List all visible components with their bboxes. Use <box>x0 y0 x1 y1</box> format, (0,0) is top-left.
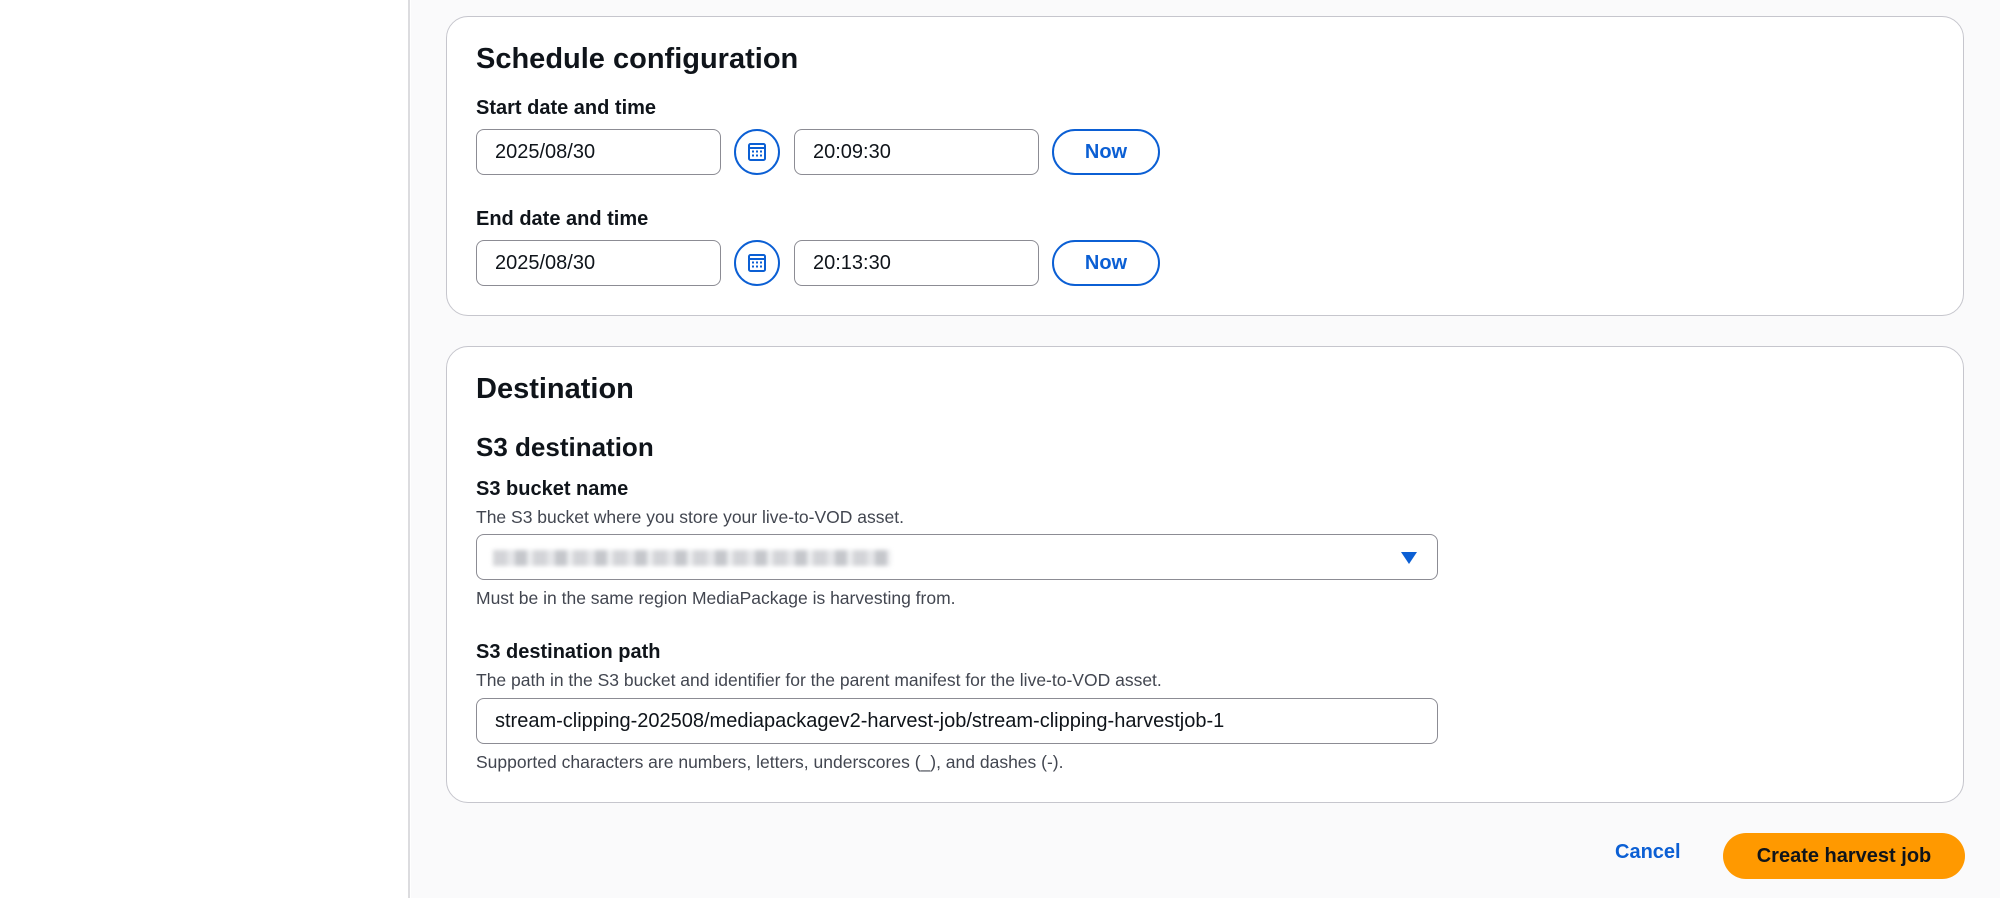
s3-bucket-name-label: S3 bucket name <box>476 478 629 500</box>
destination-card: Destination S3 destination S3 bucket nam… <box>446 346 1964 803</box>
calendar-icon <box>748 143 766 161</box>
redacted-bucket-value <box>493 550 891 566</box>
s3-destination-path-description: The path in the S3 bucket and identifier… <box>476 670 1162 690</box>
s3-bucket-select[interactable] <box>476 534 1438 580</box>
calendar-icon <box>748 254 766 272</box>
side-navigation-panel <box>0 0 410 898</box>
end-time-input[interactable]: 20:13:30 <box>794 240 1039 286</box>
s3-destination-title: S3 destination <box>476 432 654 462</box>
main-content: Schedule configuration Start date and ti… <box>411 0 2000 898</box>
cancel-button[interactable]: Cancel <box>1615 841 1681 864</box>
s3-bucket-hint: Must be in the same region MediaPackage … <box>476 588 956 608</box>
s3-destination-path-hint: Supported characters are numbers, letter… <box>476 752 1064 772</box>
s3-destination-path-input[interactable]: stream-clipping-202508/mediapackagev2-ha… <box>476 698 1438 744</box>
start-time-input[interactable]: 20:09:30 <box>794 129 1039 175</box>
caret-down-icon <box>1401 552 1417 564</box>
s3-bucket-name-description: The S3 bucket where you store your live-… <box>476 507 904 527</box>
start-date-calendar-button[interactable] <box>734 129 780 175</box>
start-date-time-label: Start date and time <box>476 97 657 119</box>
schedule-configuration-card: Schedule configuration Start date and ti… <box>446 16 1964 316</box>
s3-destination-path-label: S3 destination path <box>476 641 661 663</box>
create-harvest-job-button[interactable]: Create harvest job <box>1723 833 1965 879</box>
end-now-button[interactable]: Now <box>1052 240 1160 286</box>
end-date-time-label: End date and time <box>476 208 649 230</box>
end-date-calendar-button[interactable] <box>734 240 780 286</box>
schedule-configuration-title: Schedule configuration <box>476 43 799 75</box>
start-now-button[interactable]: Now <box>1052 129 1160 175</box>
end-date-input[interactable]: 2025/08/30 <box>476 240 721 286</box>
destination-title: Destination <box>476 373 634 405</box>
start-date-input[interactable]: 2025/08/30 <box>476 129 721 175</box>
